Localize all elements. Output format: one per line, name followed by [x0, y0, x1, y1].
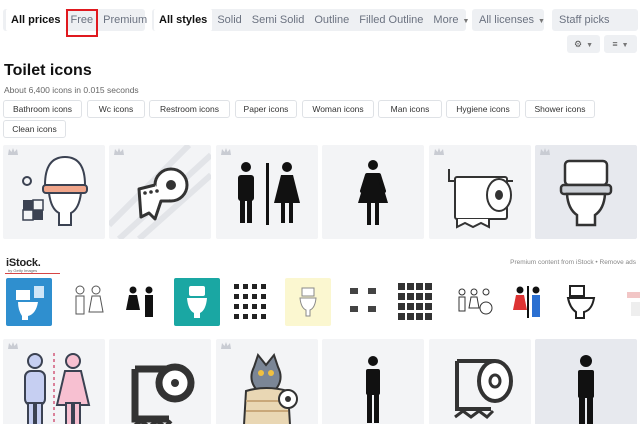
restroom-couple-icon: [24, 353, 91, 424]
bathroom-signs-set: [393, 278, 439, 326]
man-icon: [366, 356, 380, 423]
icon-card-paper-holder[interactable]: [429, 145, 531, 239]
istock-separator: •: [595, 259, 598, 266]
tag-bathroom[interactable]: Bathroom icons: [3, 100, 82, 118]
filter-semi-solid[interactable]: Semi Solid: [247, 9, 310, 31]
filter-all-styles[interactable]: All styles: [154, 9, 213, 31]
tag-paper[interactable]: Paper icons: [235, 100, 297, 118]
chevron-down-icon: ▼: [586, 42, 593, 49]
license-text: All licenses: [479, 14, 535, 26]
toilet-yellow-icon: [285, 278, 331, 326]
staff-picks-filter[interactable]: Staff picks: [552, 9, 638, 31]
page-title: Toilet icons: [4, 62, 92, 79]
istock-divider: [5, 273, 60, 274]
istock-thumb[interactable]: [340, 278, 386, 326]
toilet-partial-icon: [621, 278, 640, 326]
couple-outline-icon: [65, 278, 111, 326]
istock-thumb[interactable]: [285, 278, 331, 326]
sort-button[interactable]: ≡ ▼: [604, 35, 637, 53]
icon-card-restroom[interactable]: [216, 145, 318, 239]
filter-free[interactable]: Free: [65, 9, 99, 37]
tag-clean[interactable]: Clean icons: [3, 120, 66, 138]
istock-thumb[interactable]: [65, 278, 111, 326]
wc-solid-icon: [118, 278, 164, 326]
gear-icon: ⚙: [573, 39, 583, 49]
man-icon: [578, 355, 594, 424]
toilet-bowl-icon: [559, 159, 613, 227]
toilet-paper-outline-icon: [454, 359, 513, 419]
filter-more[interactable]: More ▼: [428, 9, 474, 31]
toilet-blue-icon: [6, 278, 52, 326]
icon-card-paper-outline-2[interactable]: [429, 339, 531, 424]
sort-icon: ≡: [612, 39, 618, 49]
toilet-outline-icon: [558, 278, 604, 326]
icon-card-cat-paper[interactable]: [216, 339, 318, 424]
toilet-paper-holder-icon: [448, 169, 513, 229]
istock-thumb[interactable]: [393, 278, 439, 326]
remove-ads-link[interactable]: Remove ads: [600, 259, 637, 266]
result-count: About 6,400 icons in 0.015 seconds: [4, 85, 139, 95]
istock-thumb[interactable]: [174, 278, 220, 326]
tag-woman[interactable]: Woman icons: [302, 100, 374, 118]
istock-thumb[interactable]: [118, 278, 164, 326]
istock-thumb[interactable]: [505, 278, 551, 326]
toilet-paper-icon: [109, 145, 211, 239]
filter-more-label: More: [433, 14, 459, 26]
tag-man[interactable]: Man icons: [378, 100, 442, 118]
tag-hygiene[interactable]: Hygiene icons: [446, 100, 520, 118]
istock-thumb[interactable]: [612, 278, 640, 326]
icon-card-toilet-bathroom[interactable]: [3, 145, 105, 239]
icon-card-man-2[interactable]: [535, 339, 637, 424]
toilet-paper-outline-icon: [131, 363, 195, 424]
woman-icon: [358, 160, 388, 225]
wc-colored-icon: [505, 278, 551, 326]
icon-card-paper-outline[interactable]: [109, 339, 211, 424]
istock-thumb[interactable]: [558, 278, 604, 326]
chevron-down-icon: ▼: [621, 42, 629, 49]
filter-premium[interactable]: Premium: [98, 9, 152, 31]
filter-filled-outline[interactable]: Filled Outline: [354, 9, 428, 31]
icon-card-man[interactable]: [322, 339, 424, 424]
staff-picks-label: Staff picks: [559, 14, 610, 26]
license-label: All licenses ▼: [472, 9, 550, 31]
tag-shower[interactable]: Shower icons: [525, 100, 595, 118]
istock-thumb[interactable]: [452, 278, 498, 326]
istock-note: Premium content from iStock • Remove ads: [510, 259, 636, 266]
istock-note-text: Premium content from iStock: [510, 259, 594, 266]
price-filter: All prices Free Premium: [3, 9, 147, 37]
filter-all-prices[interactable]: All prices: [6, 9, 66, 31]
istock-thumb[interactable]: [228, 278, 274, 326]
toilet-small-icons: [340, 278, 386, 326]
cat-with-toilet-paper-icon: [243, 352, 298, 424]
bathroom-icon-set: [228, 278, 274, 326]
restroom-man-woman-icon: [238, 162, 300, 225]
tag-restroom[interactable]: Restroom icons: [149, 100, 230, 118]
tag-wc[interactable]: Wc icons: [87, 100, 145, 118]
style-filter: All styles Solid Semi Solid Outline Fill…: [152, 9, 469, 31]
settings-button[interactable]: ⚙ ▼: [567, 35, 600, 53]
icon-card-restroom-couple[interactable]: [3, 339, 105, 424]
chevron-down-icon: ▼: [462, 18, 470, 25]
license-filter[interactable]: All licenses ▼: [472, 9, 545, 31]
filter-outline[interactable]: Outline: [309, 9, 354, 31]
icon-card-toilet-bowl[interactable]: [535, 145, 637, 239]
toilet-teal-icon: [174, 278, 220, 326]
chevron-down-icon: ▼: [538, 18, 545, 25]
filter-solid[interactable]: Solid: [212, 9, 246, 31]
restroom-accessible-icon: [452, 278, 498, 326]
icon-card-woman[interactable]: [322, 145, 424, 239]
toilet-bathroom-icon: [22, 155, 88, 226]
icon-card-toilet-paper[interactable]: [109, 145, 211, 239]
istock-thumb[interactable]: [6, 278, 52, 326]
